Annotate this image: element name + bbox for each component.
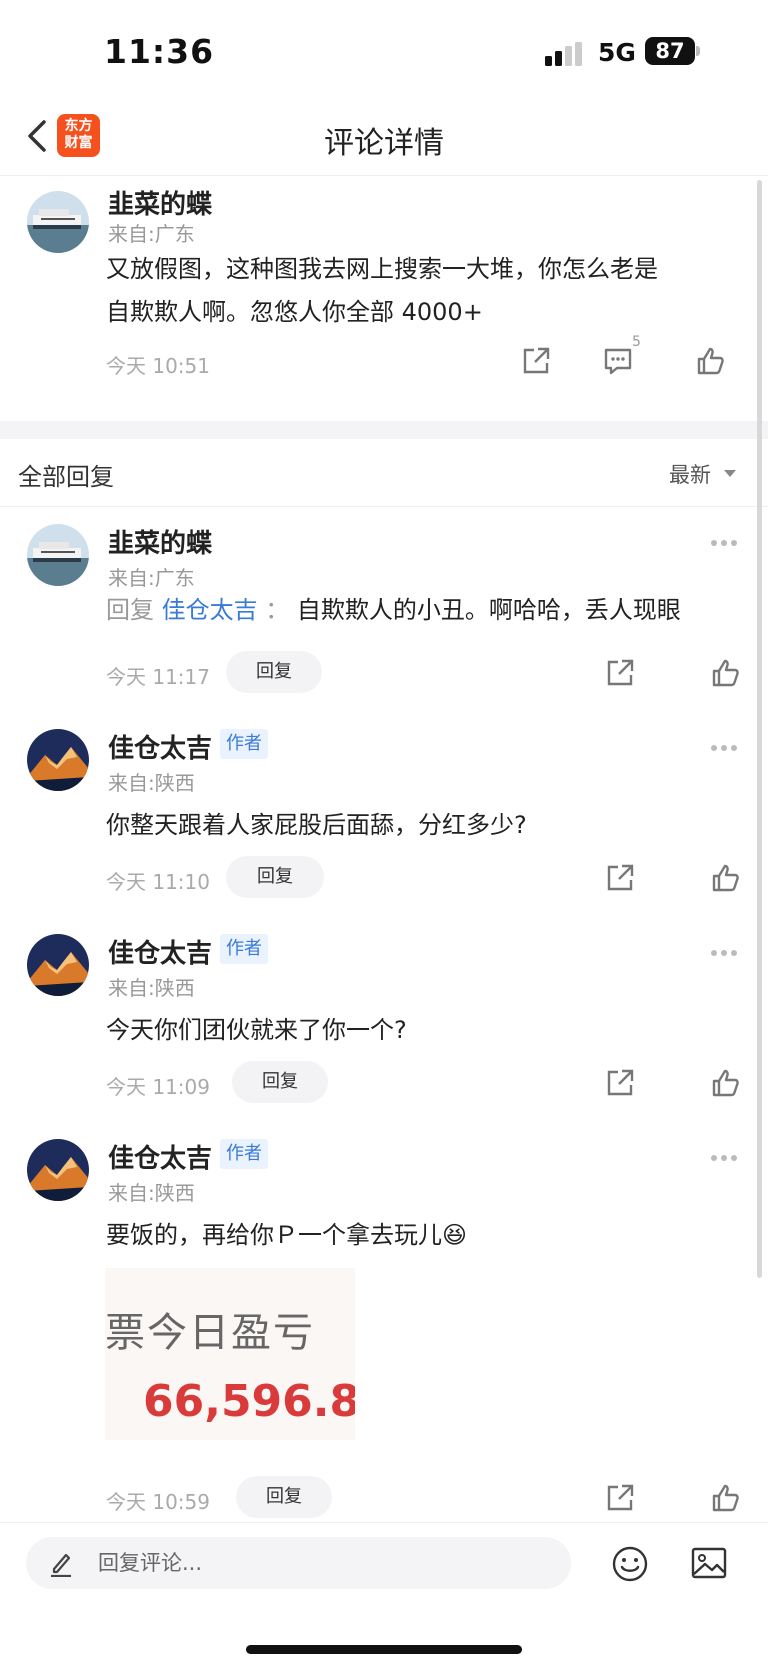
username[interactable]: 韭菜的蝶 [108, 523, 212, 560]
chevron-down-icon[interactable] [724, 470, 736, 477]
sort-dropdown[interactable]: 最新 [669, 459, 711, 489]
like-icon[interactable] [710, 862, 742, 894]
like-icon[interactable] [710, 657, 742, 689]
reply-text: 回复 佳仓太吉 ： 自欺欺人的小丑。啊哈哈，丢人现眼 [106, 589, 681, 632]
reply-text: 今天你们团伙就来了你一个? [106, 1016, 407, 1044]
replies-title: 全部回复 [18, 463, 114, 491]
battery-icon: 87 [645, 37, 695, 65]
share-icon[interactable] [604, 657, 636, 689]
author-badge: 作者 [220, 729, 268, 759]
location: 来自:广东 [108, 566, 195, 590]
mountain-avatar-icon [27, 934, 89, 996]
network-type: 5G [598, 38, 636, 67]
username[interactable]: 韭菜的蝶 [108, 184, 212, 221]
image-text-title: 票今日盈亏 [105, 1310, 315, 1356]
share-icon[interactable] [520, 345, 552, 377]
like-icon[interactable] [695, 345, 727, 377]
reply-button[interactable]: 回复 [226, 856, 324, 898]
signal-icon [545, 42, 582, 66]
comment-time: 今天 10:51 [106, 354, 210, 378]
nav-bar: 东方 财富 评论详情 [0, 100, 768, 176]
reply-text: 你整天跟着人家屁股后面舔，分红多少? [106, 811, 527, 839]
home-indicator [246, 1645, 522, 1654]
reply-separator: ： [265, 596, 290, 624]
location: 来自:陕西 [108, 976, 195, 1000]
author-badge: 作者 [220, 1139, 268, 1169]
reply-attached-image[interactable]: 票今日盈亏 66,596.88 [105, 1268, 355, 1440]
more-icon[interactable] [711, 950, 741, 956]
reply-time: 今天 11:10 [106, 870, 210, 894]
comment-text-line2: 自欺欺人啊。忽悠人你全部 4000+ [106, 298, 483, 326]
reply-button[interactable]: 回复 [236, 1476, 332, 1518]
location: 来自:广东 [108, 222, 195, 246]
share-icon[interactable] [604, 1482, 636, 1514]
page-title: 评论详情 [324, 126, 444, 161]
status-bar: 11:36 5G 87 [0, 0, 768, 100]
reply-input[interactable] [98, 1547, 538, 1579]
bottom-bar [0, 1522, 768, 1665]
reply-time: 今天 10:59 [106, 1490, 210, 1514]
emoji-icon[interactable] [611, 1545, 649, 1583]
battery-tip [696, 46, 700, 56]
reply-time: 今天 11:17 [106, 665, 210, 689]
reply-count: 5 [632, 334, 641, 350]
main-comment: 韭菜的蝶 来自:广东 又放假图，这种图我去网上搜索一大堆，你怎么老是 自欺欺人啊… [0, 176, 768, 421]
avatar[interactable] [27, 524, 89, 586]
reply-item: 佳仓太吉 作者 来自:陕西 今天你们团伙就来了你一个? 今天 11:09 回复 [0, 917, 768, 1122]
mountain-avatar-icon [27, 1139, 89, 1201]
section-divider [0, 421, 768, 439]
avatar[interactable] [27, 934, 89, 996]
reply-to-link[interactable]: 佳仓太吉 [162, 596, 258, 624]
status-time: 11:36 [104, 32, 215, 71]
reply-text: 要饭的，再给你Ｐ一个拿去玩儿😆 [106, 1221, 468, 1249]
avatar[interactable] [27, 1139, 89, 1201]
location: 来自:陕西 [108, 771, 195, 795]
reply-button[interactable]: 回复 [226, 651, 322, 693]
more-icon[interactable] [711, 1155, 741, 1161]
username[interactable]: 佳仓太吉 [108, 1138, 212, 1175]
username[interactable]: 佳仓太吉 [108, 933, 212, 970]
image-text-amount: 66,596.88 [143, 1376, 355, 1427]
author-badge: 作者 [220, 934, 268, 964]
share-icon[interactable] [604, 862, 636, 894]
more-icon[interactable] [711, 540, 741, 546]
username[interactable]: 佳仓太吉 [108, 728, 212, 765]
like-icon[interactable] [710, 1482, 742, 1514]
reply-input-box[interactable] [26, 1537, 571, 1589]
avatar[interactable] [27, 729, 89, 791]
more-icon[interactable] [711, 745, 741, 751]
comment-text-line1: 又放假图，这种图我去网上搜索一大堆，你怎么老是 [106, 255, 658, 283]
comment-icon[interactable] [602, 345, 634, 377]
reply-prefix: 回复 [106, 596, 154, 624]
replies-header: 全部回复 最新 [0, 439, 768, 507]
reply-body: 自欺欺人的小丑。啊哈哈，丢人现眼 [296, 596, 681, 624]
like-icon[interactable] [710, 1067, 742, 1099]
reply-button[interactable]: 回复 [232, 1061, 328, 1103]
mountain-avatar-icon [27, 729, 89, 791]
scrollbar[interactable] [757, 180, 762, 1278]
reply-item: 韭菜的蝶 来自:广东 回复 佳仓太吉 ： 自欺欺人的小丑。啊哈哈，丢人现眼 今天… [0, 507, 768, 712]
reply-item: 佳仓太吉 作者 来自:陕西 你整天跟着人家屁股后面舔，分红多少? 今天 11:1… [0, 712, 768, 917]
reply-time: 今天 11:09 [106, 1075, 210, 1099]
edit-icon [51, 1553, 71, 1577]
ship-avatar-icon [27, 191, 89, 253]
avatar[interactable] [27, 191, 89, 253]
image-icon[interactable] [690, 1545, 728, 1581]
ship-avatar-icon [27, 524, 89, 586]
share-icon[interactable] [604, 1067, 636, 1099]
location: 来自:陕西 [108, 1181, 195, 1205]
